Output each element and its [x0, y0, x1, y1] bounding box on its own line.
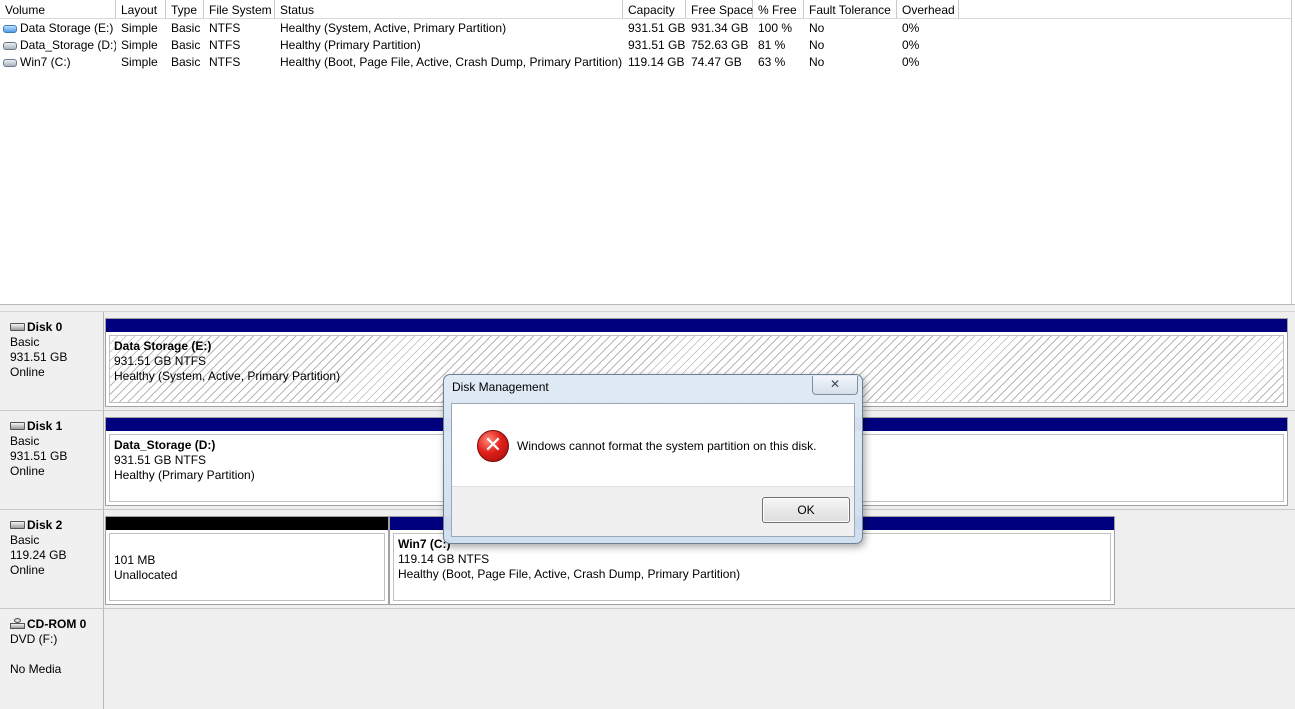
volume-free-space: 74.47 GB	[691, 55, 742, 69]
volume-file-system: NTFS	[209, 38, 241, 52]
column-header-row: Volume Layout Type File System Status Ca…	[0, 0, 1291, 19]
volume-name: Data Storage (E:)	[20, 21, 114, 35]
error-icon: ✕	[477, 430, 509, 462]
volume-file-system: NTFS	[209, 55, 241, 69]
volume-row[interactable]: Win7 (C:) Simple Basic NTFS Healthy (Boo…	[0, 54, 1291, 71]
ok-button[interactable]: OK	[762, 497, 850, 523]
disk-status: No Media	[10, 662, 62, 676]
disk-name: Disk 2	[27, 518, 63, 532]
partition-size: 119.14 GB NTFS	[398, 552, 490, 566]
dialog-title: Disk Management	[452, 380, 549, 394]
volume-capacity: 931.51 GB	[628, 21, 686, 35]
partition-status: Healthy (Boot, Page File, Active, Crash …	[398, 567, 741, 581]
disk-size: 119.24 GB	[10, 548, 67, 562]
volume-status: Healthy (Primary Partition)	[280, 38, 421, 52]
column-header-volume[interactable]: Volume	[0, 0, 116, 18]
volume-overhead: 0%	[902, 38, 920, 52]
volume-list: Volume Layout Type File System Status Ca…	[0, 0, 1292, 304]
volume-layout: Simple	[121, 21, 158, 35]
volume-file-system: NTFS	[209, 21, 241, 35]
volume-icon	[3, 59, 17, 67]
column-header-layout[interactable]: Layout	[116, 0, 166, 18]
volume-type: Basic	[171, 38, 201, 52]
error-dialog: Disk Management ✕ ✕ Windows cannot forma…	[443, 374, 863, 544]
hard-drive-icon	[10, 323, 25, 331]
volume-percent-free: 63 %	[758, 55, 786, 69]
column-header-type[interactable]: Type	[166, 0, 204, 18]
disk-type: Basic	[10, 533, 40, 547]
disk-type: Basic	[10, 434, 40, 448]
volume-fault-tolerance: No	[809, 21, 825, 35]
partition-unallocated[interactable]: 101 MB Unallocated	[105, 516, 389, 605]
column-header-fault-tolerance[interactable]: Fault Tolerance	[804, 0, 897, 18]
volume-name: Win7 (C:)	[20, 55, 71, 69]
disk-name: Disk 1	[27, 419, 63, 433]
unallocated-bar	[106, 517, 388, 530]
column-header-overhead[interactable]: Overhead	[897, 0, 959, 18]
column-header-capacity[interactable]: Capacity	[623, 0, 686, 18]
column-header-file-system[interactable]: File System	[204, 0, 275, 18]
partition-name: Data Storage (E:)	[114, 339, 212, 353]
disk-1-label[interactable]: Disk 1 Basic 931.51 GB Online	[0, 411, 104, 510]
disk-2-label[interactable]: Disk 2 Basic 119.24 GB Online	[0, 510, 104, 609]
volume-row[interactable]: Data_Storage (D:) Simple Basic NTFS Heal…	[0, 37, 1291, 54]
dialog-message: Windows cannot format the system partiti…	[517, 439, 817, 453]
hard-drive-icon	[10, 422, 25, 430]
volume-capacity: 119.14 GB	[628, 55, 685, 69]
volume-name: Data_Storage (D:)	[20, 38, 116, 52]
volume-layout: Simple	[121, 55, 158, 69]
partition-size: 931.51 GB NTFS	[114, 354, 207, 368]
column-header-free-space[interactable]: Free Space	[686, 0, 753, 18]
volume-layout: Simple	[121, 38, 158, 52]
blue-volume-icon	[3, 25, 17, 33]
disk-name: Disk 0	[27, 320, 63, 334]
partition-size: 101 MB	[114, 553, 156, 567]
volume-type: Basic	[171, 21, 201, 35]
volume-row[interactable]: Data Storage (E:) Simple Basic NTFS Heal…	[0, 20, 1291, 37]
column-header-status[interactable]: Status	[275, 0, 623, 18]
volume-free-space: 752.63 GB	[691, 38, 749, 52]
disk-status: Online	[10, 563, 45, 577]
column-header-percent-free[interactable]: % Free	[753, 0, 804, 18]
volume-capacity: 931.51 GB	[628, 38, 686, 52]
hard-drive-icon	[10, 521, 25, 529]
disk-type: DVD (F:)	[10, 632, 58, 646]
volume-percent-free: 81 %	[758, 38, 786, 52]
volume-status: Healthy (Boot, Page File, Active, Crash …	[280, 55, 623, 69]
volume-overhead: 0%	[902, 55, 920, 69]
partition-bar	[106, 319, 1287, 332]
volume-type: Basic	[171, 55, 201, 69]
pane-splitter[interactable]	[0, 304, 1295, 312]
volume-status: Healthy (System, Active, Primary Partiti…	[280, 21, 507, 35]
disk-name: CD-ROM 0	[27, 617, 87, 631]
cdrom-0-label[interactable]: CD-ROM 0 DVD (F:) No Media	[0, 609, 104, 709]
volume-fault-tolerance: No	[809, 55, 825, 69]
disk-status: Online	[10, 464, 45, 478]
volume-free-space: 931.34 GB	[691, 21, 749, 35]
volume-fault-tolerance: No	[809, 38, 825, 52]
volume-icon	[3, 42, 17, 50]
disk-0-label[interactable]: Disk 0 Basic 931.51 GB Online	[0, 312, 104, 411]
volume-percent-free: 100 %	[758, 21, 793, 35]
cd-drive-icon	[10, 618, 25, 629]
disk-size: 931.51 GB	[10, 350, 68, 364]
volume-overhead: 0%	[902, 21, 920, 35]
partition-status: Unallocated	[114, 568, 178, 582]
disk-type: Basic	[10, 335, 40, 349]
close-icon: ✕	[829, 377, 841, 391]
disk-status: Online	[10, 365, 45, 379]
disk-size: 931.51 GB	[10, 449, 68, 463]
close-button[interactable]: ✕	[812, 376, 858, 395]
dialog-body: ✕ Windows cannot format the system parti…	[451, 403, 855, 537]
